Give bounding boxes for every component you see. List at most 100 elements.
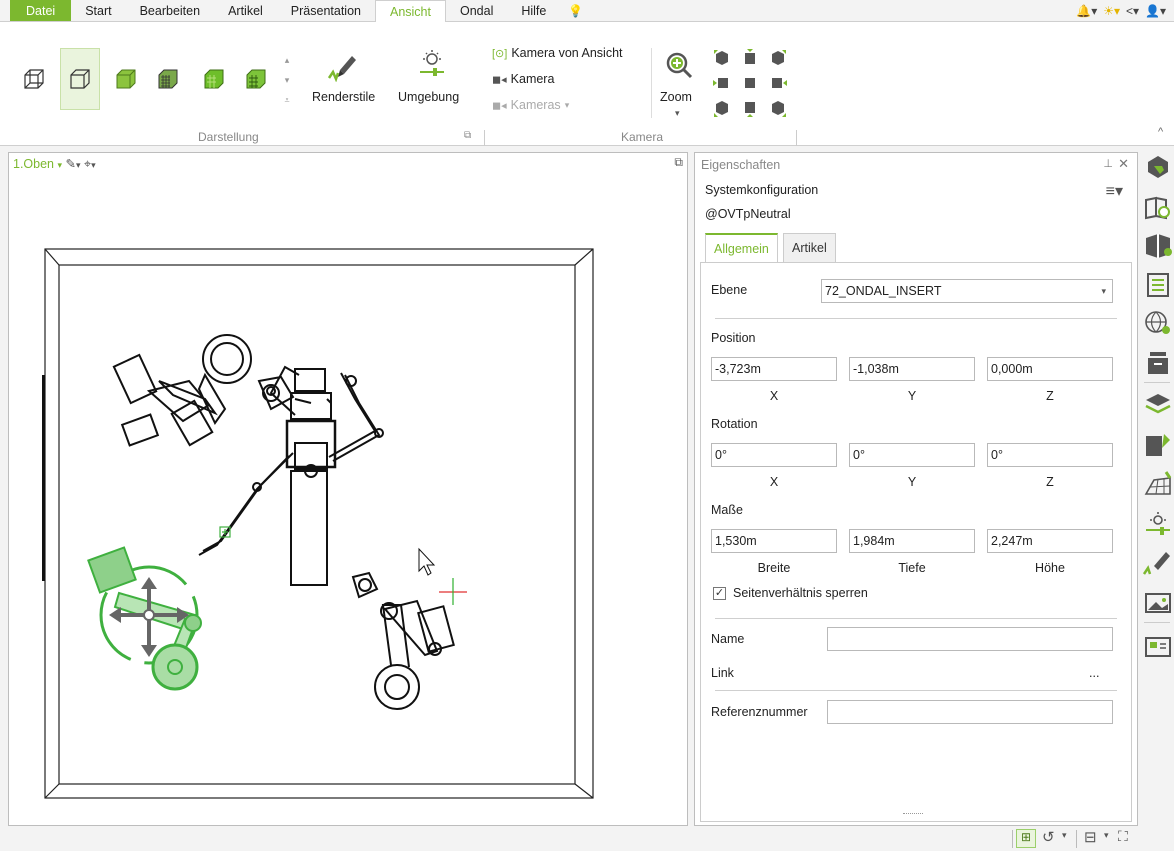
resize-grip[interactable] <box>903 813 923 816</box>
position-x-field[interactable]: -3,723m <box>711 357 837 381</box>
image-icon[interactable] <box>1142 588 1174 616</box>
divider <box>715 618 1117 619</box>
textured-style-button[interactable] <box>148 48 188 110</box>
solid-style-button[interactable] <box>106 48 146 110</box>
kamera-von-ansicht-label: Kamera von Ansicht <box>511 46 623 60</box>
axis-x-label: X <box>769 475 779 489</box>
tab-allgemein[interactable]: Allgemein <box>705 233 778 263</box>
bottom-right-equipment <box>351 571 455 710</box>
layout-grid-icon[interactable]: ⊟ <box>1084 828 1097 846</box>
container-icon[interactable] <box>1142 348 1174 376</box>
layers-icon[interactable] <box>1142 390 1174 418</box>
floor-plan-drawing[interactable] <box>9 153 689 827</box>
menubar-tools: 🔔▾ ☀▾ <▾ 👤▾ <box>1076 0 1166 22</box>
ebene-select[interactable]: 72_ONDAL_INSERT ▾ <box>821 279 1113 303</box>
fullscreen-icon[interactable]: ⛶ <box>1118 828 1128 845</box>
grid-surface-icon[interactable] <box>1142 470 1174 498</box>
hoehe-field[interactable]: 2,247m <box>987 529 1113 553</box>
view-left-icon[interactable] <box>712 74 732 92</box>
selected-object[interactable] <box>87 546 202 691</box>
tab-ondal[interactable]: Ondal <box>446 0 507 21</box>
umgebung-label[interactable]: Umgebung <box>398 90 459 104</box>
tiefe-label: Tiefe <box>898 561 926 575</box>
tab-ansicht[interactable]: Ansicht <box>374 0 446 23</box>
panel-menu-icon[interactable]: ≡▾ <box>1106 181 1123 201</box>
referenznummer-field[interactable] <box>827 700 1113 724</box>
rotation-x-field[interactable]: 0° <box>711 443 837 467</box>
view-front-icon[interactable] <box>740 100 760 118</box>
presentation-icon[interactable] <box>1142 632 1174 660</box>
gallery-scroll[interactable]: ▴ ▾ ⩡ <box>282 50 292 110</box>
renderstile-label[interactable]: Renderstile <box>312 90 375 104</box>
link-label: Link <box>711 666 734 680</box>
tab-start[interactable]: Start <box>71 0 125 21</box>
kamera-button[interactable]: ◼◂ Kamera <box>492 72 554 86</box>
tab-hilfe[interactable]: Hilfe <box>507 0 560 21</box>
tab-artikel[interactable]: Artikel <box>214 0 277 21</box>
masse-label: Maße <box>711 503 743 517</box>
name-field[interactable] <box>827 627 1113 651</box>
kameras-dropdown[interactable]: ◼◂ Kameras ▾ <box>492 98 569 112</box>
view-right-icon[interactable] <box>768 74 788 92</box>
tab-datei[interactable]: Datei <box>10 0 72 21</box>
view-iso-front-right-icon[interactable] <box>768 100 788 118</box>
rotation-label: Rotation <box>711 417 758 431</box>
hidden-line-style-button[interactable] <box>60 48 100 110</box>
zoom-label[interactable]: Zoom <box>660 90 692 104</box>
magnet-snap-icon[interactable]: ↺ <box>1042 828 1055 846</box>
axis-y-label: Y <box>907 389 917 403</box>
view-top-icon[interactable] <box>740 74 760 92</box>
axis-z-label: Z <box>1046 389 1054 403</box>
snap-grid-icon[interactable]: ⊞ <box>1016 829 1036 848</box>
view-iso-front-left-icon[interactable] <box>712 100 732 118</box>
view-back-icon[interactable] <box>740 48 760 66</box>
lock-aspect-label[interactable]: Seitenverhältnis sperren <box>733 586 868 600</box>
articles-box-icon[interactable] <box>1142 230 1174 258</box>
rotation-y-field[interactable]: 0° <box>849 443 975 467</box>
tab-artikel-props[interactable]: Artikel <box>783 233 836 263</box>
rotation-z-field[interactable]: 0° <box>987 443 1113 467</box>
materials-icon[interactable] <box>1142 430 1174 458</box>
lock-aspect-checkbox[interactable]: ✓ <box>713 587 726 600</box>
chevron-down-icon: ▾ <box>1101 286 1106 296</box>
layout-chevron-icon[interactable]: ▾ <box>1104 830 1109 841</box>
share-icon[interactable]: <▾ <box>1126 4 1139 18</box>
catalog-search-icon[interactable] <box>1142 192 1174 220</box>
tab-praesentation[interactable]: Präsentation <box>277 0 375 21</box>
kamera-von-ansicht-button[interactable]: [⊙] Kamera von Ansicht <box>492 46 623 60</box>
axis-x-label: X <box>769 389 779 403</box>
close-icon[interactable]: ✕ <box>1118 156 1129 172</box>
realistic-style-button[interactable] <box>194 48 234 110</box>
breite-field[interactable]: 1,530m <box>711 529 837 553</box>
pin-icon[interactable]: ⊥ <box>1103 157 1113 170</box>
view-iso-back-left-icon[interactable] <box>712 48 732 66</box>
raytrace-style-button[interactable] <box>236 48 276 110</box>
render-pen-icon[interactable] <box>1142 548 1174 576</box>
zoom-icon[interactable] <box>664 50 694 80</box>
room-walls <box>44 248 594 799</box>
renderstile-icon[interactable] <box>326 48 360 82</box>
cameras-icon: ◼◂ <box>492 99 507 112</box>
tiefe-field[interactable]: 1,984m <box>849 529 975 553</box>
view-iso-back-right-icon[interactable] <box>768 48 788 66</box>
properties-wrench-icon[interactable] <box>1142 152 1174 180</box>
environment-sun-icon[interactable] <box>1142 510 1174 538</box>
wireframe-style-button[interactable] <box>14 48 54 110</box>
globe-icon[interactable] <box>1142 308 1174 336</box>
dialog-launcher-icon[interactable]: ⧉ <box>464 130 471 141</box>
position-y-field[interactable]: -1,038m <box>849 357 975 381</box>
snap-chevron-icon[interactable]: ▾ <box>1062 830 1067 841</box>
position-z-field[interactable]: 0,000m <box>987 357 1113 381</box>
name-label: Name <box>711 632 745 646</box>
viewport-3d[interactable]: 1.Oben ▾ ✎▾ ⌖▾ ⧉ <box>8 152 688 826</box>
umgebung-icon[interactable] <box>417 48 447 80</box>
collapse-ribbon-icon[interactable]: ^ <box>1158 126 1163 138</box>
link-browse-button[interactable]: ... <box>1089 666 1099 680</box>
breite-label: Breite <box>757 561 791 575</box>
list-icon[interactable] <box>1142 270 1174 298</box>
user-icon[interactable]: 👤▾ <box>1145 4 1166 18</box>
lightbulb-icon[interactable]: 💡 <box>560 0 591 21</box>
sun-icon[interactable]: ☀▾ <box>1103 4 1120 18</box>
bell-icon[interactable]: 🔔▾ <box>1076 4 1097 18</box>
tab-bearbeiten[interactable]: Bearbeiten <box>126 0 214 21</box>
